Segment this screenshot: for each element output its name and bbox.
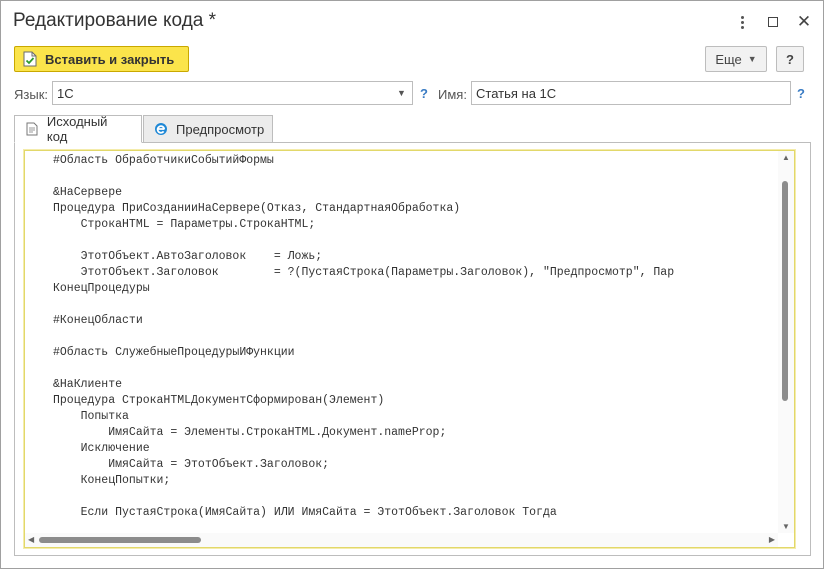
horizontal-scroll-thumb[interactable]: [39, 537, 201, 543]
vertical-scrollbar[interactable]: ▲ ▼: [778, 151, 794, 533]
tab-source-code-label: Исходный код: [46, 114, 108, 144]
help-button[interactable]: ?: [776, 46, 804, 72]
code-line: #Область СлужебныеПроцедурыИФункции: [53, 346, 295, 359]
chevron-down-icon: ▼: [747, 54, 757, 64]
tab-preview-label: Предпросмотр: [176, 121, 265, 137]
more-options-kebab-icon[interactable]: [732, 11, 752, 33]
scroll-down-icon[interactable]: ▼: [782, 522, 790, 531]
code-line: ИмяСайта = Элементы.СтрокаHTML.Документ.…: [53, 426, 447, 439]
document-check-icon: [23, 51, 37, 67]
code-editor-window: Редактирование кода * ✕ Вставить и закры…: [0, 0, 824, 569]
insert-and-close-button[interactable]: Вставить и закрыть: [14, 46, 189, 72]
scroll-up-icon[interactable]: ▲: [782, 153, 790, 162]
tab-panel: #Область ОбработчикиСобытийФормы &НаСерве…: [14, 142, 811, 556]
horizontal-scrollbar[interactable]: ◀ ▶: [25, 533, 778, 547]
code-line: КонецПроцедуры: [53, 282, 150, 295]
maximize-icon[interactable]: [763, 11, 783, 33]
code-text-area[interactable]: #Область ОбработчикиСобытийФормы &НаСерве…: [53, 153, 776, 533]
code-line: &НаСервере: [53, 186, 123, 199]
code-line: Процедура СтрокаHTMLДокументСформирован(…: [53, 394, 385, 407]
code-line: Если ПустаяСтрока(ИмяСайта) ИЛИ ИмяСайта…: [53, 506, 557, 519]
name-label: Имя:: [438, 87, 467, 102]
browser-e-icon: [154, 122, 168, 136]
code-line: Исключение: [53, 442, 150, 455]
code-line: СтрокаHTML = Параметры.СтрокаHTML;: [53, 218, 316, 231]
language-label: Язык:: [14, 87, 48, 102]
language-dropdown-chevron-icon[interactable]: ▼: [391, 81, 413, 105]
more-label: Еще: [715, 51, 742, 67]
close-icon[interactable]: ✕: [794, 11, 814, 33]
code-line: ИмяСайта = ЭтотОбъект.Заголовок;: [53, 458, 330, 471]
tab-preview[interactable]: Предпросмотр: [143, 115, 273, 143]
scroll-right-icon[interactable]: ▶: [769, 535, 775, 544]
code-line: ЭтотОбъект.АвтоЗаголовок = Ложь;: [53, 250, 323, 263]
document-icon: [25, 122, 39, 136]
language-select[interactable]: 1С: [52, 81, 392, 105]
tab-source-code[interactable]: Исходный код: [14, 114, 142, 144]
language-help-link[interactable]: ?: [420, 86, 428, 101]
insert-and-close-label: Вставить и закрыть: [45, 51, 175, 67]
name-input[interactable]: Статья на 1С: [471, 81, 791, 105]
more-button[interactable]: Еще ▼: [705, 46, 767, 72]
window-title: Редактирование кода *: [13, 10, 217, 31]
name-help-link[interactable]: ?: [797, 86, 805, 101]
code-line: #КонецОбласти: [53, 314, 143, 327]
vertical-scroll-thumb[interactable]: [782, 181, 788, 401]
code-line: #Область ОбработчикиСобытийФормы: [53, 154, 274, 167]
code-line: ЭтотОбъект.Заголовок = ?(ПустаяСтрока(Па…: [53, 266, 675, 279]
code-line: Попытка: [53, 410, 129, 423]
code-line: Процедура ПриСозданииНаСервере(Отказ, Ст…: [53, 202, 461, 215]
code-line: КонецПопытки;: [53, 474, 171, 487]
code-line: &НаКлиенте: [53, 378, 123, 391]
scroll-left-icon[interactable]: ◀: [28, 535, 34, 544]
code-editor[interactable]: #Область ОбработчикиСобытийФормы &НаСерве…: [23, 149, 796, 549]
